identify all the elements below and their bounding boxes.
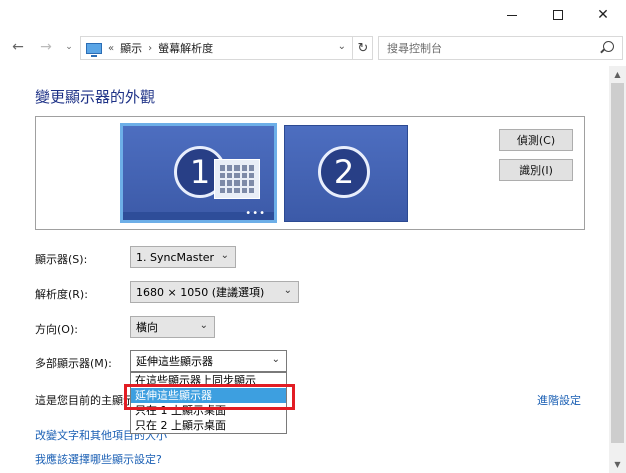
vertical-scrollbar[interactable]: ▲ ▼: [609, 66, 626, 473]
highlight-box: [124, 384, 295, 410]
monitor-preview: 1 ••• 2 偵測(C) 識別(I): [35, 116, 585, 230]
resolution-value: 1680 × 1050 (建議選項): [136, 286, 265, 299]
refresh-icon: ↻: [357, 40, 369, 56]
monitor-number-badge: 2: [318, 146, 370, 198]
breadcrumb-item-resolution[interactable]: 螢幕解析度: [158, 40, 213, 56]
page-title: 變更顯示器的外觀: [35, 88, 156, 106]
chevron-down-icon: ⌄: [271, 354, 280, 365]
resolution-label: 解析度(R):: [35, 288, 88, 301]
orientation-value: 橫向: [136, 321, 158, 334]
search-box[interactable]: 搜尋控制台: [378, 36, 623, 60]
display-settings-help-link[interactable]: 我應該選擇哪些顯示設定?: [35, 451, 162, 467]
display-select[interactable]: 1. SyncMaster ⌄: [130, 246, 236, 268]
minimize-icon: [507, 14, 517, 16]
multiple-displays-label: 多部顯示器(M):: [35, 357, 112, 370]
monitor-2[interactable]: 2: [284, 125, 408, 222]
orientation-label: 方向(O):: [35, 323, 78, 336]
start-screen-icon: [214, 159, 260, 199]
address-dropdown-icon[interactable]: ⌄: [338, 41, 346, 52]
control-panel-icon: [86, 42, 102, 57]
back-button[interactable]: ←: [8, 37, 28, 57]
breadcrumb-separator[interactable]: ›: [148, 43, 152, 54]
recent-locations-button[interactable]: ⌄: [62, 37, 76, 57]
close-button[interactable]: ✕: [580, 0, 626, 30]
forward-button[interactable]: →: [36, 37, 56, 57]
chevron-down-icon: ⌄: [220, 250, 229, 261]
search-input[interactable]: 搜尋控制台: [387, 40, 442, 56]
search-icon[interactable]: [603, 41, 614, 52]
breadcrumb-overflow[interactable]: «: [108, 43, 114, 54]
title-bar: ✕: [0, 0, 626, 30]
maximize-icon: [553, 10, 563, 20]
resolution-select[interactable]: 1680 × 1050 (建議選項) ⌄: [130, 281, 299, 303]
orientation-select[interactable]: 橫向 ⌄: [130, 316, 215, 338]
multiple-displays-select[interactable]: 延伸這些顯示器 ⌄: [130, 350, 287, 372]
scroll-up-icon[interactable]: ▲: [609, 66, 626, 83]
chevron-down-icon: ⌄: [283, 285, 292, 296]
navigation-bar: ← → ⌄ « 顯示 › 螢幕解析度 ⌄ ↻ 搜尋控制台: [0, 33, 626, 61]
breadcrumb-item-display[interactable]: 顯示: [120, 40, 142, 56]
detect-button[interactable]: 偵測(C): [499, 129, 573, 151]
option-show-only-2[interactable]: 只在 2 上顯示桌面: [131, 418, 286, 433]
display-label: 顯示器(S):: [35, 253, 88, 266]
refresh-button[interactable]: ↻: [352, 36, 373, 60]
address-bar[interactable]: « 顯示 › 螢幕解析度 ⌄: [80, 36, 373, 60]
chevron-down-icon: ⌄: [199, 320, 208, 331]
monitor-dots: •••: [245, 208, 266, 219]
chevron-down-icon: ⌄: [65, 42, 73, 52]
maximize-button[interactable]: [535, 0, 581, 30]
scroll-down-icon[interactable]: ▼: [609, 456, 626, 473]
close-icon: ✕: [597, 7, 609, 23]
back-arrow-icon: ←: [12, 39, 24, 55]
identify-button[interactable]: 識別(I): [499, 159, 573, 181]
scroll-thumb[interactable]: [611, 83, 624, 443]
minimize-button[interactable]: [489, 0, 535, 30]
display-value: 1. SyncMaster: [136, 250, 215, 264]
forward-arrow-icon: →: [40, 39, 52, 55]
monitor-1[interactable]: 1 •••: [120, 123, 277, 223]
multiple-displays-value: 延伸這些顯示器: [136, 355, 213, 368]
advanced-settings-link[interactable]: 進階設定: [537, 392, 581, 408]
